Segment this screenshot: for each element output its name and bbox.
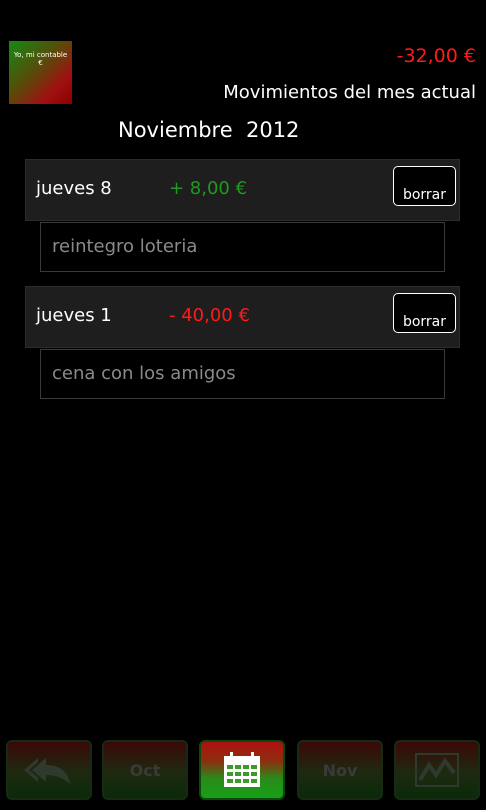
entry-header: jueves 8 + 8,00 € borrar [25, 159, 460, 221]
prev-month-label: Oct [129, 760, 161, 780]
month-title: Noviembre 2012 [118, 118, 300, 142]
chart-button[interactable] [394, 740, 480, 800]
entry-date: jueves 8 [36, 178, 112, 199]
next-month-label: Nov [322, 760, 358, 780]
entry-description[interactable]: cena con los amigos [40, 349, 445, 399]
page-subtitle: Movimientos del mes actual [223, 82, 476, 103]
logo-currency: € [38, 59, 43, 67]
month-balance: -32,00 € [396, 45, 476, 67]
app-screen: Yo, mi contable € -32,00 € Movimientos d… [0, 0, 486, 810]
delete-button[interactable]: borrar [393, 293, 456, 333]
back-arrow-icon [24, 758, 70, 784]
entry-amount: - 40,00 € [169, 305, 250, 326]
delete-button[interactable]: borrar [393, 166, 456, 206]
chart-icon [415, 753, 459, 787]
entry-date: jueves 1 [36, 305, 112, 326]
prev-month-button[interactable]: Oct [102, 740, 188, 800]
entry-header: jueves 1 - 40,00 € borrar [25, 286, 460, 348]
logo-title: Yo, mi contable [13, 51, 68, 59]
entry-description[interactable]: reintegro loteria [40, 222, 445, 272]
next-month-button[interactable]: Nov [297, 740, 383, 800]
app-logo: Yo, mi contable € [9, 41, 72, 104]
calendar-button[interactable] [199, 740, 285, 800]
entry-amount: + 8,00 € [169, 178, 248, 199]
back-button[interactable] [6, 740, 92, 800]
bottom-app-bar: Oct Nov [0, 738, 486, 810]
calendar-icon [224, 752, 260, 787]
